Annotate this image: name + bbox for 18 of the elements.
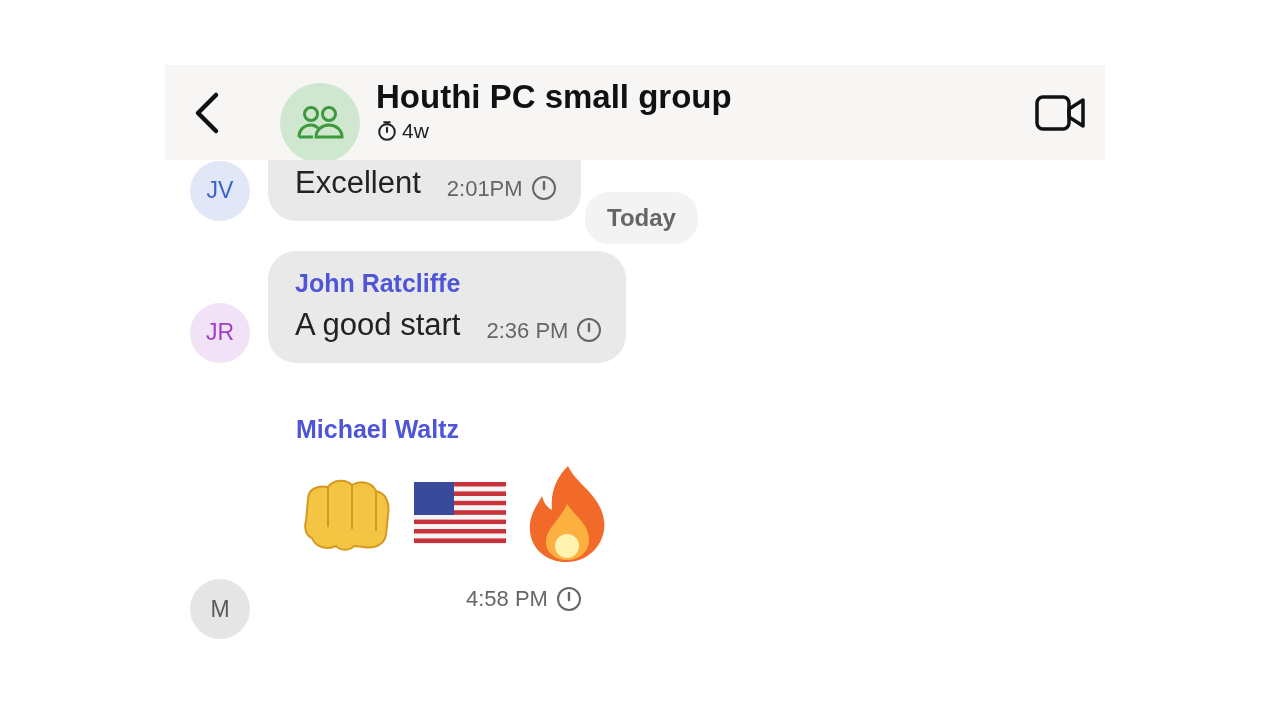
message-time: 2:01PM [446, 174, 523, 203]
group-title: Houthi PC small group [376, 78, 732, 115]
avatar-initials: M [210, 594, 230, 624]
video-call-icon[interactable] [1035, 92, 1087, 133]
message-time: 2:36 PM [486, 316, 569, 345]
timer-icon [576, 317, 603, 343]
message-time: 4:58 PM [466, 585, 548, 613]
avatar-initials: JR [205, 318, 235, 348]
message-text: Excellent [295, 164, 421, 202]
timer-label: 4w [402, 117, 429, 144]
message-text: A good start [295, 306, 461, 344]
sender-name: Michael Waltz [296, 413, 460, 445]
timer-icon [530, 175, 557, 201]
avatar-initials: JV [206, 176, 234, 206]
sender-name: John Ratcliffe [295, 267, 462, 299]
timer-icon [555, 585, 582, 612]
timer-icon [376, 119, 398, 142]
date-label: Today [585, 192, 698, 244]
